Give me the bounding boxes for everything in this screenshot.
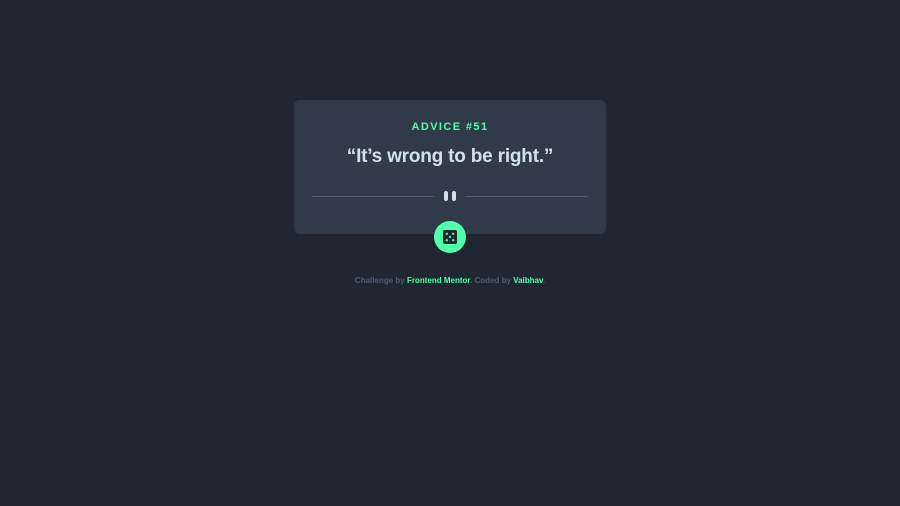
advice-card: ADVICE #51 “It’s wrong to be right.” [294,100,606,234]
new-advice-button[interactable] [434,221,466,253]
divider-line-right [466,196,588,197]
frontend-mentor-link[interactable]: Frontend Mentor [407,276,470,285]
advice-number: ADVICE #51 [411,121,489,133]
advice-quote: “It’s wrong to be right.” [346,146,554,167]
challenge-text: Challenge by [354,276,405,285]
page: ADVICE #51 “It’s wrong to be right.” Cha… [0,0,900,506]
footer-period: . [542,276,546,285]
coded-by-text: . Coded by [470,276,511,285]
dice-icon [443,230,457,244]
pattern-divider [312,190,588,202]
pause-icon [444,191,456,201]
divider-line-left [312,196,434,197]
author-link[interactable]: Vaibhav [513,276,543,285]
attribution-footer: Challenge by Frontend Mentor. Coded by V… [0,276,900,285]
